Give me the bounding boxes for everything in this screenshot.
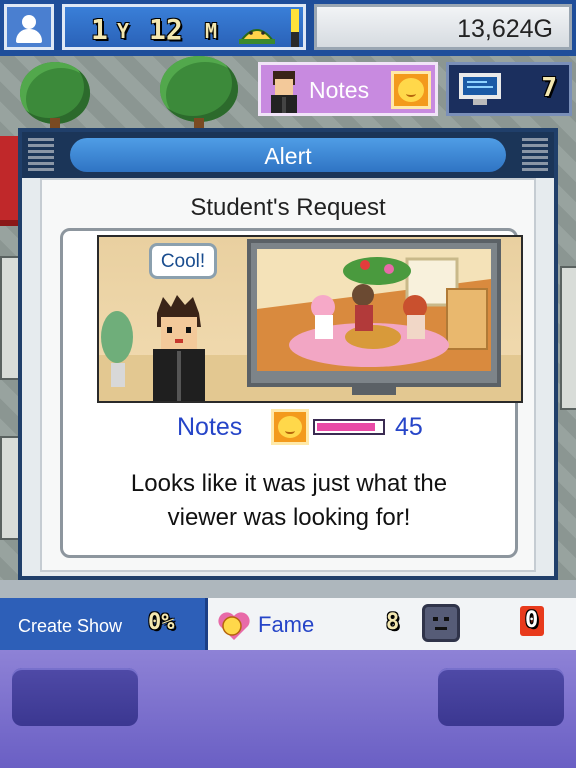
notes-badge-label: Notes bbox=[309, 77, 370, 103]
request-card: Cool! Notes 45 Looks like it was just wh… bbox=[60, 228, 523, 558]
broadcast-monitor-button[interactable]: 7 bbox=[446, 62, 572, 116]
footer-panel bbox=[0, 650, 576, 768]
top-bar: 1 Y 12 M 13,624G bbox=[0, 0, 576, 56]
date-years: 1 bbox=[91, 13, 108, 46]
create-show-label: Create Show bbox=[18, 616, 123, 636]
neutral-face-icon bbox=[422, 604, 460, 642]
money-panel: 13,624G bbox=[314, 4, 572, 50]
dialog-body[interactable]: Student's Request Cool! Notes 45 Looks l… bbox=[40, 178, 536, 572]
speech-bubble: Cool! bbox=[149, 243, 217, 279]
profile-button[interactable] bbox=[4, 4, 54, 50]
alert-message: Looks like it was just what the viewer w… bbox=[130, 470, 448, 531]
alert-counter-badge[interactable]: 0 bbox=[520, 606, 544, 636]
fame-icon bbox=[216, 610, 252, 642]
date-years-unit: Y bbox=[117, 19, 130, 43]
create-show-percent: 0% bbox=[148, 610, 175, 635]
building-left bbox=[0, 256, 20, 380]
money-amount: 13,624G bbox=[457, 15, 553, 43]
request-title: Student's Request bbox=[190, 194, 386, 221]
date-months: 12 bbox=[149, 13, 183, 46]
footer-left-button[interactable] bbox=[12, 668, 138, 726]
notes-value: 45 bbox=[395, 413, 423, 441]
grip-icon bbox=[522, 138, 548, 172]
student-portrait-icon bbox=[265, 67, 303, 113]
tree bbox=[20, 62, 90, 124]
smiley-icon bbox=[271, 409, 309, 445]
dialog-title: Alert bbox=[264, 143, 312, 169]
date-months-unit: M bbox=[205, 19, 218, 43]
alert-count: 0 bbox=[525, 608, 539, 633]
monitor-count: 7 bbox=[541, 73, 557, 103]
tv-screen bbox=[257, 249, 491, 371]
student-character bbox=[147, 293, 211, 401]
date-panel: 1 Y 12 M bbox=[62, 4, 306, 50]
notes-progress-bar bbox=[313, 419, 385, 435]
scene-illustration: Cool! bbox=[97, 235, 523, 403]
speech-text: Cool! bbox=[160, 251, 206, 272]
tree bbox=[160, 56, 238, 122]
plant-icon bbox=[99, 307, 139, 387]
alert-dialog: Alert Student's Request Cool! Notes 45 L… bbox=[18, 128, 558, 580]
create-show-button[interactable]: Create Show 0% bbox=[0, 598, 208, 650]
sun-icon bbox=[235, 15, 279, 45]
fame-label[interactable]: Fame bbox=[258, 612, 314, 638]
tv-set bbox=[247, 239, 501, 387]
footer-right-button[interactable] bbox=[438, 668, 564, 726]
user-icon bbox=[22, 15, 36, 29]
monitor-icon bbox=[457, 71, 503, 107]
notes-label: Notes bbox=[177, 413, 243, 441]
energy-gauge bbox=[291, 9, 299, 47]
building-right bbox=[560, 266, 576, 410]
dialog-titlebar: Alert bbox=[22, 132, 554, 178]
smiley-icon bbox=[391, 71, 431, 109]
fame-count: 8 bbox=[386, 610, 400, 635]
notes-badge[interactable]: Notes bbox=[258, 62, 438, 116]
grip-icon bbox=[28, 138, 54, 172]
notes-progress-fill bbox=[317, 423, 375, 431]
notes-stat-row: Notes 45 bbox=[63, 409, 515, 445]
hidden-toolbar-strip bbox=[0, 580, 576, 598]
